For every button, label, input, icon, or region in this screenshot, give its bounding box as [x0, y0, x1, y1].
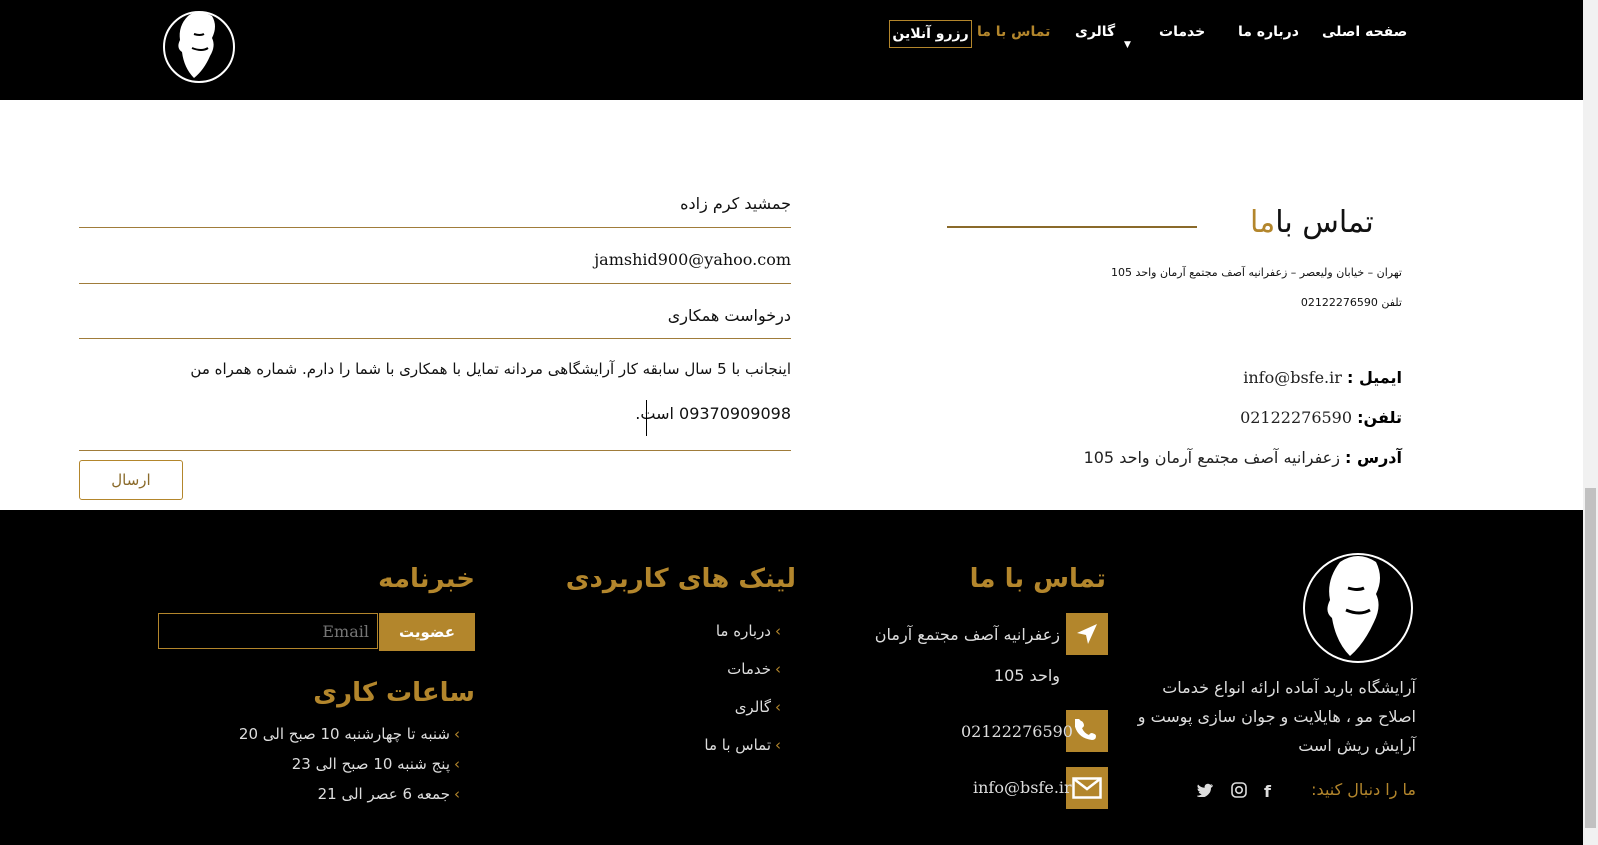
- footer-link-services[interactable]: ›خدمات: [727, 660, 781, 678]
- useful-links-title: لینک های کاربردی: [565, 564, 796, 594]
- footer-about-line-3: آرایش ریش است: [1298, 736, 1416, 755]
- contact-email-label: ایمیل :: [1347, 368, 1402, 387]
- facebook-icon[interactable]: f: [1264, 782, 1271, 801]
- message-line-2: 09370909098 است.: [635, 404, 791, 423]
- title-divider: [947, 226, 1197, 228]
- footer-logo: [1300, 548, 1416, 666]
- scrollbar-thumb[interactable]: [1585, 488, 1596, 828]
- twitter-icon[interactable]: [1196, 782, 1213, 801]
- hours-text: پنج شنبه 10 صبح الی 23: [291, 755, 450, 773]
- working-hours-title: ساعات کاری: [313, 678, 475, 708]
- email-field[interactable]: jamshid900@yahoo.com: [79, 247, 791, 284]
- email-field-value: jamshid900@yahoo.com: [594, 250, 791, 269]
- footer-address-line-1: زعفرانیه آصف مجتمع آرمان: [874, 625, 1060, 644]
- contact-title-dark: تماس با: [1275, 205, 1374, 240]
- footer-phone[interactable]: 02122276590: [961, 722, 1073, 741]
- footer-address-line-2: واحد 105: [993, 666, 1060, 685]
- chevron-left-icon: ›: [454, 755, 460, 773]
- footer-about-line-2: اصلاح مو ، هایلایت و جوان سازی پوست و: [1137, 707, 1416, 726]
- contact-title-gold: ما: [1250, 205, 1276, 240]
- contact-email-value[interactable]: info@bsfe.ir: [1243, 368, 1342, 387]
- chevron-left-icon: ›: [454, 785, 460, 803]
- instagram-icon[interactable]: [1231, 782, 1247, 802]
- chevron-down-icon[interactable]: ▼: [1124, 40, 1131, 50]
- contact-phone-value[interactable]: 02122276590: [1240, 408, 1352, 427]
- newsletter-title: خبرنامه: [378, 564, 475, 594]
- site-header: صفحه اصلی درباره ما خدمات ▼ گالری تماس ب…: [0, 0, 1583, 100]
- contact-phone-label: تلفن:: [1357, 408, 1402, 427]
- footer-link-label: گالری: [734, 698, 771, 716]
- nav-contact[interactable]: تماس با ما: [977, 24, 1050, 40]
- hours-item: ›پنج شنبه 10 صبح الی 23: [292, 755, 460, 773]
- text-cursor: [646, 400, 647, 436]
- contact-address-value: زعفرانیه آصف مجتمع آرمان واحد 105: [1083, 448, 1340, 467]
- nav-about[interactable]: درباره ما: [1238, 24, 1299, 40]
- subject-field-value: درخواست همکاری: [667, 306, 791, 325]
- footer-about-line-1: آرایشگاه باربد آماده ارائه انواع خدمات: [1162, 678, 1416, 697]
- contact-address-label: آدرس :: [1345, 448, 1402, 467]
- chevron-left-icon: ›: [775, 622, 781, 640]
- footer-contact-title: تماس با ما: [969, 564, 1106, 594]
- follow-us-label: ما را دنبال کنید:: [1311, 780, 1416, 799]
- nav-home[interactable]: صفحه اصلی: [1322, 24, 1407, 40]
- chevron-left-icon: ›: [454, 725, 460, 743]
- subject-field[interactable]: درخواست همکاری: [79, 302, 791, 339]
- mail-icon: [1066, 767, 1108, 809]
- contact-address-line: تهران – خیابان ولیعصر – زعفرانیه آصف مجت…: [1111, 266, 1402, 279]
- name-field[interactable]: جمشید کرم زاده: [79, 190, 791, 228]
- newsletter-email-input[interactable]: [158, 613, 378, 649]
- contact-email-row: ایمیل : info@bsfe.ir: [1243, 368, 1402, 387]
- footer-link-contact[interactable]: ›تماس با ما: [704, 736, 781, 754]
- submit-button[interactable]: ارسال: [79, 460, 183, 500]
- nav-services[interactable]: خدمات: [1159, 24, 1205, 40]
- hours-text: جمعه 6 عصر الی 21: [317, 785, 450, 803]
- contact-phone-line: تلفن 02122276590: [1300, 296, 1402, 309]
- footer-email[interactable]: info@bsfe.ir: [973, 778, 1072, 797]
- footer-link-label: درباره ما: [715, 622, 771, 640]
- footer-link-label: تماس با ما: [704, 736, 771, 754]
- contact-phone-row: تلفن: 02122276590: [1240, 408, 1402, 427]
- message-line-1: اینجانب با 5 سال سابقه کار آرایشگاهی مرد…: [190, 360, 791, 378]
- reserve-online-button[interactable]: رزرو آنلاین: [889, 20, 972, 48]
- name-field-value: جمشید کرم زاده: [680, 194, 791, 213]
- nav-gallery[interactable]: گالری: [1075, 24, 1115, 40]
- logo[interactable]: [160, 4, 238, 86]
- footer-link-label: خدمات: [727, 660, 771, 678]
- hours-item: ›جمعه 6 عصر الی 21: [318, 785, 460, 803]
- message-field[interactable]: اینجانب با 5 سال سابقه کار آرایشگاهی مرد…: [79, 356, 791, 451]
- footer-link-gallery[interactable]: ›گالری: [735, 698, 781, 716]
- hours-text: شنبه تا چهارشنبه 10 صبح الی 20: [238, 725, 450, 743]
- contact-address-row: آدرس : زعفرانیه آصف مجتمع آرمان واحد 105: [1084, 448, 1402, 467]
- footer-link-about[interactable]: ›درباره ما: [716, 622, 781, 640]
- chevron-left-icon: ›: [775, 698, 781, 716]
- subscribe-button[interactable]: عضویت: [379, 613, 475, 651]
- contact-title: تماس باما: [1250, 205, 1374, 240]
- hours-item: ›شنبه تا چهارشنبه 10 صبح الی 20: [239, 725, 460, 743]
- location-icon: [1066, 613, 1108, 655]
- chevron-left-icon: ›: [775, 660, 781, 678]
- chevron-left-icon: ›: [775, 736, 781, 754]
